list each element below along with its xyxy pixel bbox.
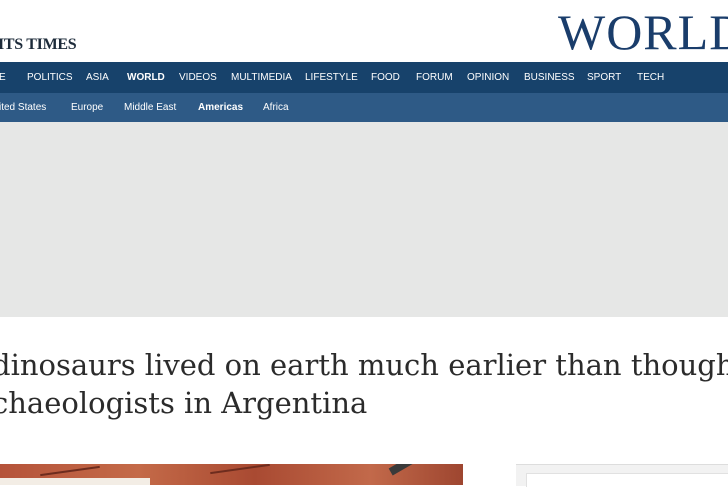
image-caption-strip [0, 478, 150, 485]
article-image[interactable] [0, 464, 463, 485]
sidebar-widget [516, 464, 728, 487]
image-detail [210, 464, 270, 475]
secondary-nav: ited States Europe Middle East Americas … [0, 93, 728, 122]
nav-item-videos[interactable]: VIDEOS [179, 72, 217, 83]
nav-item-asia[interactable]: ASIA [86, 72, 109, 83]
nav-item-world[interactable]: WORLD [127, 72, 165, 83]
nav-item-home[interactable]: E [0, 72, 6, 83]
nav-item-opinion[interactable]: OPINION [467, 72, 509, 83]
section-title: WORLD [558, 4, 728, 60]
nav-item-food[interactable]: FOOD [371, 72, 400, 83]
nav-item-tech[interactable]: TECH [637, 72, 664, 83]
nav-item-forum[interactable]: FORUM [416, 72, 453, 83]
nav-item-business[interactable]: BUSINESS [524, 72, 575, 83]
advertisement-placeholder [0, 122, 728, 317]
primary-nav: E POLITICS ASIA WORLD VIDEOS MULTIMEDIA … [0, 62, 728, 93]
nav-item-lifestyle[interactable]: LIFESTYLE [305, 72, 358, 83]
site-logo[interactable]: ITS TIMES [0, 36, 77, 54]
masthead: ITS TIMES WORLD [0, 0, 728, 62]
image-detail [388, 464, 428, 476]
subnav-item-africa[interactable]: Africa [263, 102, 289, 113]
nav-item-politics[interactable]: POLITICS [27, 72, 73, 83]
headline-line-1: dinosaurs lived on earth much earlier th… [0, 348, 728, 382]
subnav-item-united-states[interactable]: ited States [0, 102, 46, 113]
subnav-item-americas[interactable]: Americas [198, 102, 243, 113]
subnav-item-europe[interactable]: Europe [71, 102, 103, 113]
headline-line-2: chaeologists in Argentina [0, 386, 368, 420]
image-detail [40, 465, 100, 477]
nav-item-sport[interactable]: SPORT [587, 72, 621, 83]
subnav-item-middle-east[interactable]: Middle East [124, 102, 176, 113]
nav-item-multimedia[interactable]: MULTIMEDIA [231, 72, 292, 83]
article-headline: dinosaurs lived on earth much earlier th… [0, 346, 728, 422]
